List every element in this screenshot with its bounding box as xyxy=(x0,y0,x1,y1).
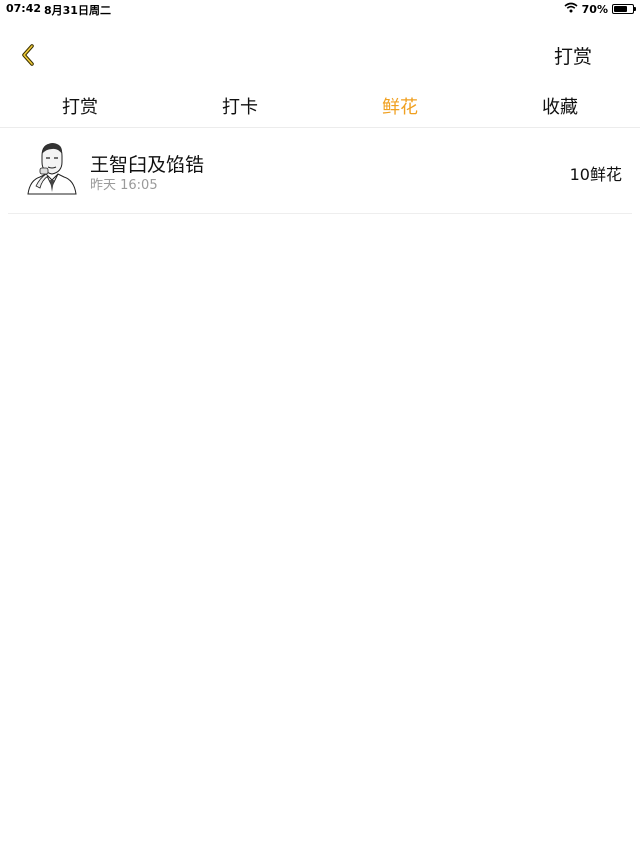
record-amount: 10鲜花 xyxy=(569,165,622,184)
wifi-icon xyxy=(564,2,578,16)
record-list: 王智臼及馅锆 昨天 16:05 10鲜花 xyxy=(0,128,640,214)
tab-favorites[interactable]: 收藏 xyxy=(480,88,640,127)
nav-action-button[interactable]: 打赏 xyxy=(554,42,592,69)
battery-icon xyxy=(612,4,636,14)
tab-checkin[interactable]: 打卡 xyxy=(160,88,320,127)
record-name: 王智臼及馅锆 xyxy=(90,154,205,176)
tab-tips[interactable]: 打赏 xyxy=(0,88,160,127)
nav-bar: 打赏 xyxy=(0,18,640,88)
chevron-left-icon xyxy=(22,44,34,66)
status-right: 70% xyxy=(564,2,636,16)
avatar xyxy=(22,140,82,202)
record-time: 昨天 16:05 xyxy=(90,178,158,193)
battery-fill xyxy=(614,6,627,12)
list-item[interactable]: 王智臼及馅锆 昨天 16:05 10鲜花 xyxy=(8,128,632,214)
status-bar: 07:42 8月31日周二 70% xyxy=(0,0,640,18)
status-time: 07:42 xyxy=(6,2,42,15)
status-date: 8月31日周二 xyxy=(44,4,111,17)
battery-percent: 70% xyxy=(581,2,608,16)
tab-bar: 打赏 打卡 鲜花 收藏 xyxy=(0,88,640,128)
tab-flowers[interactable]: 鲜花 xyxy=(320,88,480,127)
back-button[interactable] xyxy=(14,40,44,70)
